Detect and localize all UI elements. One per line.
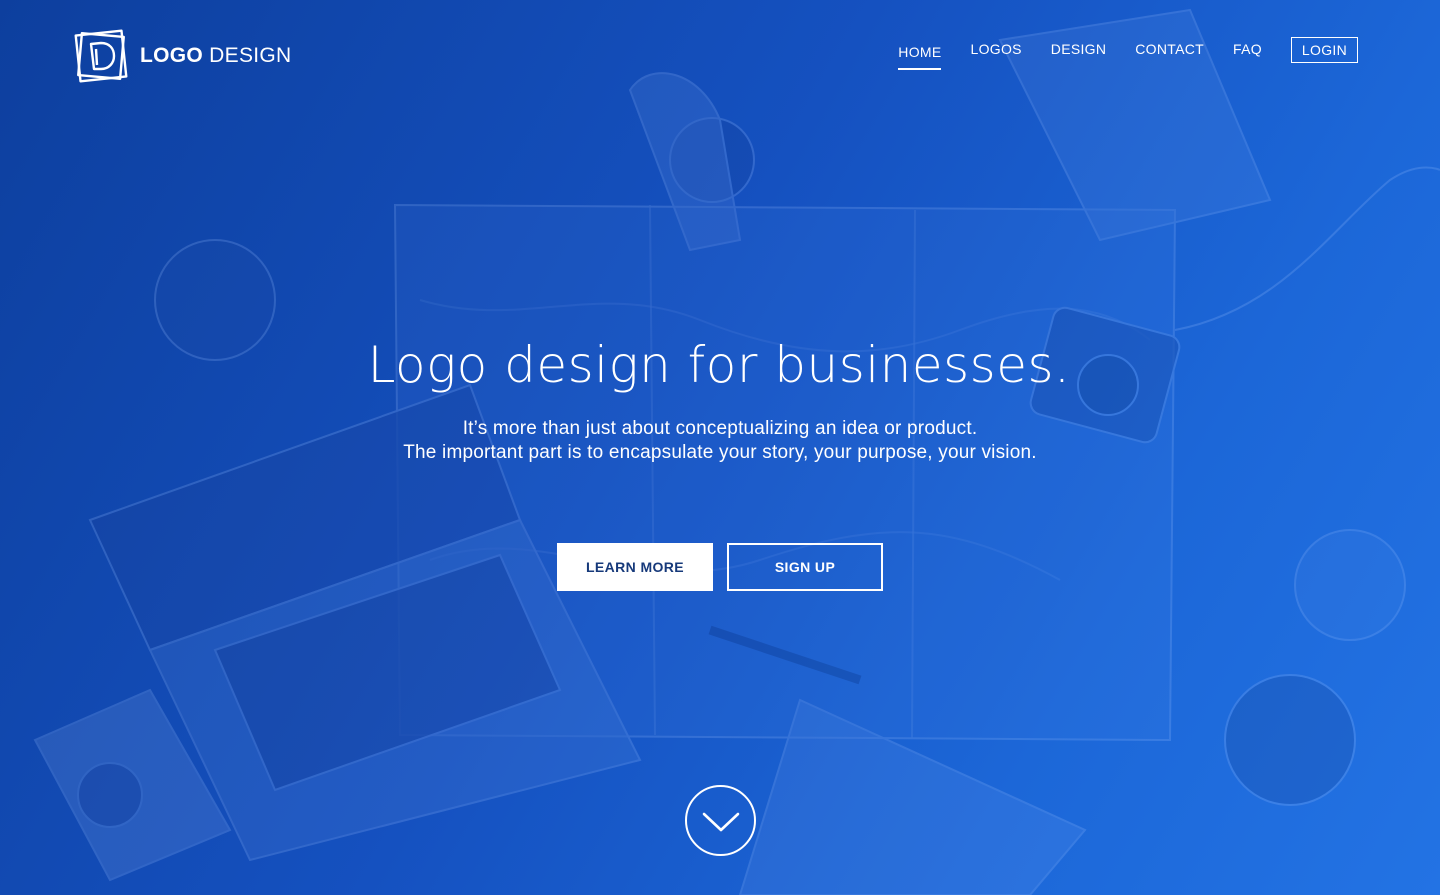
hero-headline: Logo design for businesses.	[0, 336, 1440, 394]
nav-item-home[interactable]: HOME	[898, 37, 942, 70]
sign-up-button[interactable]: SIGN UP	[727, 543, 883, 591]
nav-item-contact[interactable]: CONTACT	[1135, 37, 1204, 67]
brand-name: LOGO DESIGN	[140, 44, 292, 68]
scroll-down-button[interactable]	[685, 785, 756, 856]
site-header: LOGO DESIGN HOME LOGOS DESIGN CONTACT FA…	[0, 0, 1440, 110]
learn-more-button[interactable]: LEARN MORE	[557, 543, 713, 591]
nav-item-faq[interactable]: FAQ	[1233, 37, 1262, 67]
brand-name-bold: LOGO	[140, 44, 204, 67]
hero-subline-1: It’s more than just about conceptualizin…	[462, 418, 978, 439]
main-nav: HOME LOGOS DESIGN CONTACT FAQ LOGIN	[869, 37, 1358, 70]
hero-headline-text: Logo design for businesses.	[367, 336, 1071, 394]
logo-d-mark-icon	[74, 29, 128, 83]
chevron-down-circle-icon	[702, 812, 739, 831]
nav-item-design[interactable]: DESIGN	[1051, 37, 1106, 67]
hero-subline-2: The important part is to encapsulate you…	[403, 442, 1037, 463]
brand-logo-link[interactable]: LOGO DESIGN	[72, 28, 292, 84]
hero-section: LOGO DESIGN HOME LOGOS DESIGN CONTACT FA…	[0, 0, 1440, 895]
brand-name-light: DESIGN	[209, 44, 292, 67]
nav-item-logos[interactable]: LOGOS	[970, 37, 1021, 67]
login-button[interactable]: LOGIN	[1290, 37, 1358, 63]
